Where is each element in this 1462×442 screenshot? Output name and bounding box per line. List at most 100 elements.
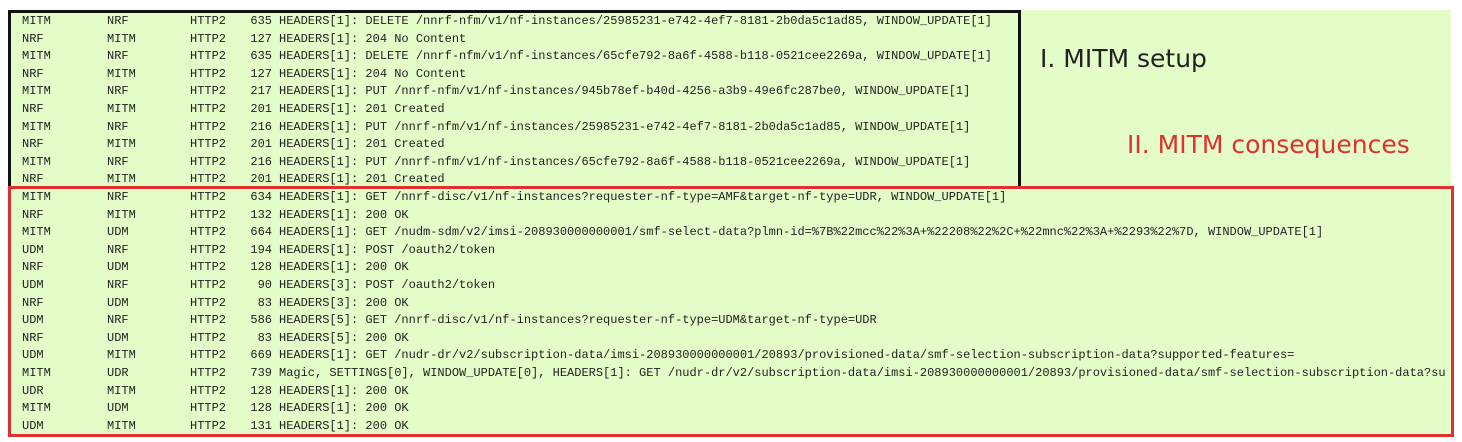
destination-cell: NRF xyxy=(107,119,129,134)
source-cell: MITM xyxy=(22,401,51,416)
length-cell: 217 xyxy=(250,84,272,99)
packet-row[interactable]: UDM MITM HTTP2 131 HEADERS[1]: 200 OK xyxy=(0,418,1450,436)
destination-cell: MITM xyxy=(107,137,136,152)
packet-row[interactable]: NRF MITM HTTP2 201 HEADERS[1]: 201 Created xyxy=(0,101,1450,119)
packet-row[interactable]: NRF MITM HTTP2 127 HEADERS[1]: 204 No Conten… xyxy=(0,31,1450,49)
destination-cell: UDM xyxy=(107,260,129,275)
destination-cell: MITM xyxy=(107,66,136,81)
destination-cell: UDM xyxy=(107,225,129,240)
info-cell: HEADERS[1]: 201 Created xyxy=(279,101,445,116)
length-cell: 128 xyxy=(250,401,272,416)
destination-cell: NRF xyxy=(107,277,129,292)
packet-row[interactable]: UDM NRF HTTP2 90 HEADERS[3]: POST /oauth2/to… xyxy=(0,277,1450,295)
packet-row[interactable]: UDR MITM HTTP2 128 HEADERS[1]: 200 OK xyxy=(0,383,1450,401)
packet-row[interactable]: MITM NRF HTTP2 217 HEADERS[1]: PUT /nnrf-nfm… xyxy=(0,83,1450,101)
length-cell: 216 xyxy=(250,119,272,134)
protocol-cell: HTTP2 xyxy=(190,84,227,99)
packet-row[interactable]: NRF UDM HTTP2 83 HEADERS[5]: 200 OK xyxy=(0,330,1450,348)
destination-cell: NRF xyxy=(107,14,129,28)
protocol-cell: HTTP2 xyxy=(190,401,227,416)
source-cell: NRF xyxy=(22,260,44,275)
protocol-cell: HTTP2 xyxy=(190,295,227,310)
info-cell: HEADERS[1]: 204 No Content xyxy=(279,31,467,46)
destination-cell: MITM xyxy=(107,101,136,116)
source-cell: NRF xyxy=(22,207,44,222)
length-cell: 83 xyxy=(257,330,272,345)
packet-row[interactable]: NRF MITM HTTP2 201 HEADERS[1]: 201 Created xyxy=(0,171,1450,189)
info-cell: HEADERS[1]: PUT /nnrf-nfm/v1/nf-instance… xyxy=(279,119,971,134)
source-cell: UDM xyxy=(22,277,44,292)
protocol-cell: HTTP2 xyxy=(190,14,227,28)
length-cell: 128 xyxy=(250,383,272,398)
destination-cell: MITM xyxy=(107,31,136,46)
source-cell: MITM xyxy=(22,119,51,134)
destination-cell: UDM xyxy=(107,295,129,310)
source-cell: MITM xyxy=(22,225,51,240)
protocol-cell: HTTP2 xyxy=(190,348,227,363)
packet-row[interactable]: UDM NRF HTTP2 586 HEADERS[5]: GET /nnrf-disc… xyxy=(0,312,1450,330)
packet-row[interactable]: MITM UDM HTTP2 664 HEADERS[1]: GET /nudm-sdm… xyxy=(0,224,1450,242)
protocol-cell: HTTP2 xyxy=(190,101,227,116)
length-cell: 194 xyxy=(250,242,272,257)
protocol-cell: HTTP2 xyxy=(190,154,227,169)
source-cell: NRF xyxy=(22,330,44,345)
info-cell: HEADERS[1]: 200 OK xyxy=(279,383,409,398)
length-cell: 201 xyxy=(250,101,272,116)
source-cell: MITM xyxy=(22,154,51,169)
protocol-cell: HTTP2 xyxy=(190,137,227,152)
destination-cell: NRF xyxy=(107,190,129,204)
info-cell: HEADERS[5]: GET /nnrf-disc/v1/nf-instanc… xyxy=(279,313,877,328)
protocol-cell: HTTP2 xyxy=(190,225,227,240)
source-cell: NRF xyxy=(22,66,44,81)
info-cell: HEADERS[1]: GET /nnrf-disc/v1/nf-instanc… xyxy=(279,190,1007,204)
info-cell: HEADERS[1]: 201 Created xyxy=(279,137,445,152)
source-cell: MITM xyxy=(22,14,51,28)
packet-row[interactable]: UDM NRF HTTP2 194 HEADERS[1]: POST /oauth2/t… xyxy=(0,242,1450,260)
destination-cell: MITM xyxy=(107,348,136,363)
protocol-cell: HTTP2 xyxy=(190,190,227,204)
destination-cell: MITM xyxy=(107,383,136,398)
info-cell: HEADERS[1]: 200 OK xyxy=(279,418,409,433)
protocol-cell: HTTP2 xyxy=(190,207,227,222)
length-cell: 132 xyxy=(250,207,272,222)
protocol-cell: HTTP2 xyxy=(190,31,227,46)
length-cell: 586 xyxy=(250,313,272,328)
info-cell: HEADERS[3]: 200 OK xyxy=(279,295,409,310)
packet-row[interactable]: NRF MITM HTTP2 132 HEADERS[1]: 200 OK xyxy=(0,207,1450,225)
protocol-cell: HTTP2 xyxy=(190,277,227,292)
source-cell: UDM xyxy=(22,348,44,363)
protocol-cell: HTTP2 xyxy=(190,49,227,64)
source-cell: UDM xyxy=(22,313,44,328)
packet-row[interactable]: MITM UDR HTTP2 739 Magic, SETTINGS[0], WINDO… xyxy=(0,365,1450,383)
destination-cell: NRF xyxy=(107,154,129,169)
info-cell: HEADERS[1]: DELETE /nnrf-nfm/v1/nf-insta… xyxy=(279,14,992,28)
destination-cell: UDR xyxy=(107,365,129,380)
source-cell: MITM xyxy=(22,190,51,204)
source-cell: UDR xyxy=(22,383,44,398)
source-cell: MITM xyxy=(22,84,51,99)
destination-cell: MITM xyxy=(107,418,136,433)
protocol-cell: HTTP2 xyxy=(190,242,227,257)
protocol-cell: HTTP2 xyxy=(190,365,227,380)
source-cell: NRF xyxy=(22,31,44,46)
mitm-consequences-label: II. MITM consequences xyxy=(1127,130,1410,159)
packet-row[interactable]: MITM NRF HTTP2 634 HEADERS[1]: GET /nnrf-dis… xyxy=(0,189,1450,207)
packet-row[interactable]: NRF UDM HTTP2 83 HEADERS[3]: 200 OK xyxy=(0,295,1450,313)
destination-cell: NRF xyxy=(107,313,129,328)
source-cell: MITM xyxy=(22,365,51,380)
source-cell: NRF xyxy=(22,295,44,310)
info-cell: Magic, SETTINGS[0], WINDOW_UPDATE[0], HE… xyxy=(279,365,1446,380)
packet-row[interactable]: NRF MITM HTTP2 127 HEADERS[1]: 204 No Conten… xyxy=(0,66,1450,84)
destination-cell: NRF xyxy=(107,84,129,99)
destination-cell: UDM xyxy=(107,330,129,345)
packet-row[interactable]: MITM NRF HTTP2 635 HEADERS[1]: DELETE /nnrf-… xyxy=(0,13,1450,31)
packet-row[interactable]: MITM UDM HTTP2 128 HEADERS[1]: 200 OK xyxy=(0,400,1450,418)
length-cell: 201 xyxy=(250,172,272,187)
source-cell: NRF xyxy=(22,137,44,152)
packet-row[interactable]: NRF UDM HTTP2 128 HEADERS[1]: 200 OK xyxy=(0,259,1450,277)
info-cell: HEADERS[1]: 204 No Content xyxy=(279,66,467,81)
length-cell: 127 xyxy=(250,66,272,81)
protocol-cell: HTTP2 xyxy=(190,418,227,433)
packet-row[interactable]: UDM MITM HTTP2 669 HEADERS[1]: GET /nudr-dr/… xyxy=(0,347,1450,365)
packet-row[interactable]: MITM NRF HTTP2 635 HEADERS[1]: DELETE /nnrf-… xyxy=(0,48,1450,66)
